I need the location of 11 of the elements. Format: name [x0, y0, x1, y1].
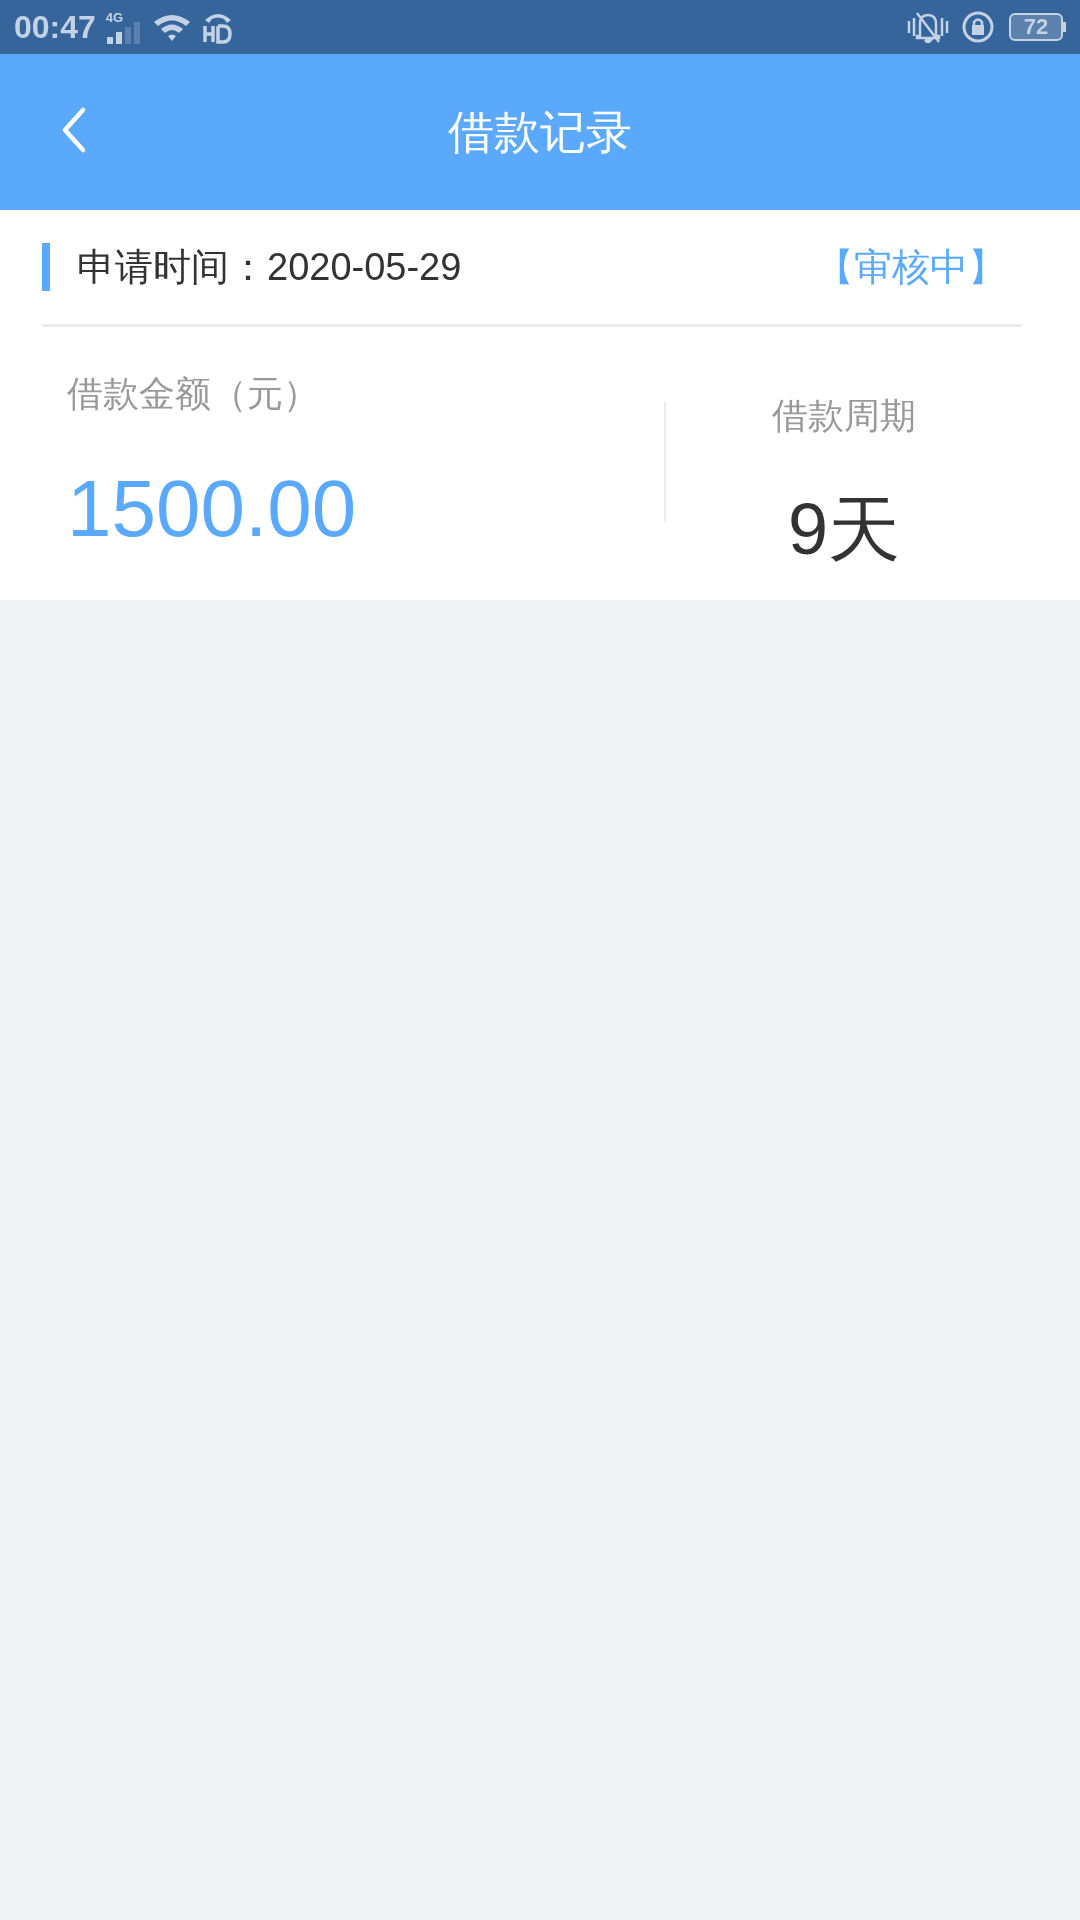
period-label: 借款周期 — [772, 394, 916, 438]
status-label: 【审核中】 — [816, 244, 1006, 290]
loan-period: 9天 — [787, 493, 900, 565]
application-date: 申请时间：2020-05-29 — [77, 244, 462, 290]
amount-label: 借款金额（元） — [67, 372, 320, 416]
rotation-lock-icon — [961, 10, 995, 44]
battery-icon: 72 — [1009, 13, 1066, 41]
loan-amount: 1500.00 — [67, 469, 358, 549]
accent-bar — [42, 243, 50, 291]
status-time: 00:47 — [14, 8, 96, 47]
page-title: 借款记录 — [448, 104, 632, 160]
